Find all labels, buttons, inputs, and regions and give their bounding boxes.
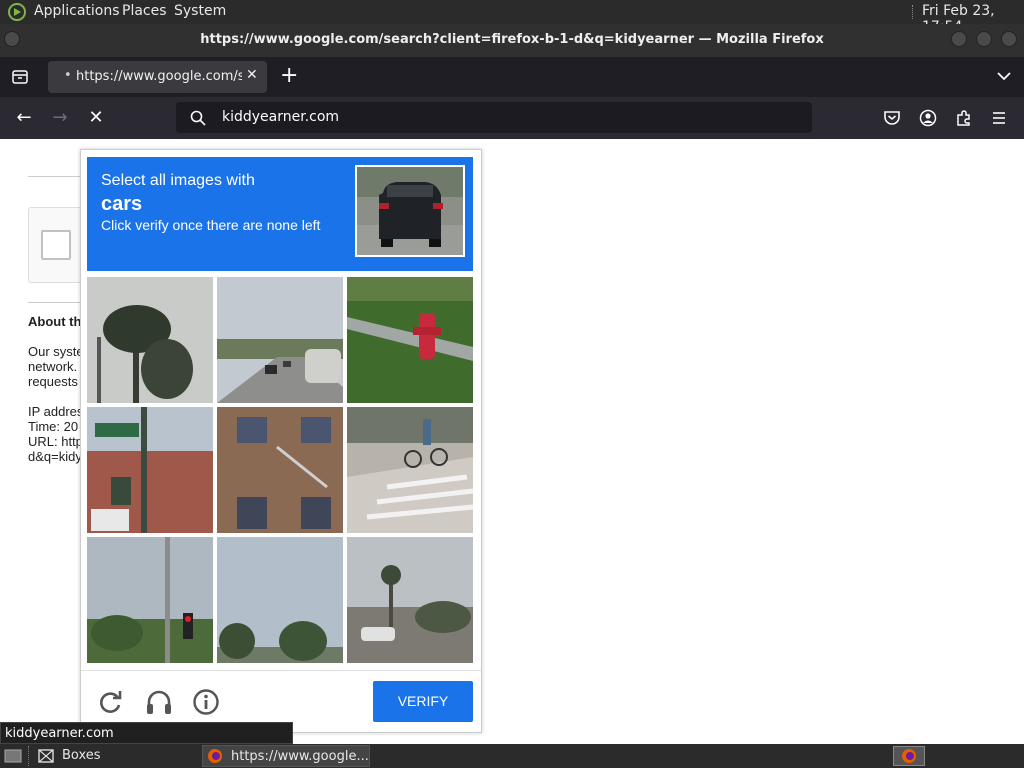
status-link-text: kiddyearner.com: [5, 726, 114, 741]
tile-palm-parked-car[interactable]: [347, 537, 473, 663]
distro-logo-icon[interactable]: [8, 3, 26, 21]
captcha-challenge: Select all images with cars Click verify…: [80, 149, 482, 733]
firefox-view-icon[interactable]: [11, 68, 29, 86]
headphones-audio-icon[interactable]: [145, 689, 173, 715]
tile-highway[interactable]: [217, 277, 343, 403]
search-icon: [190, 110, 206, 126]
tab-label: https://www.google.com/se: [76, 69, 242, 84]
url-input[interactable]: kiddyearner.com: [222, 109, 339, 125]
firefox-task-button[interactable]: https://www.google...: [202, 745, 370, 767]
instruction-top: Select all images with: [101, 172, 255, 189]
recaptcha-checkbox[interactable]: [41, 230, 71, 260]
navigation-bar: ← → ✕ kiddyearner.com: [0, 97, 1024, 139]
url-bar[interactable]: kiddyearner.com: [176, 102, 812, 133]
tile-brick-building[interactable]: [217, 407, 343, 533]
body-line: requests: [28, 374, 78, 389]
info-icon[interactable]: [193, 689, 219, 715]
firefox-workspace-icon: [902, 749, 916, 763]
instruction-bottom: Click verify once there are none left: [101, 217, 321, 233]
show-desktop-icon[interactable]: [4, 748, 22, 764]
applications-menu[interactable]: Applications: [34, 3, 120, 19]
new-tab-icon[interactable]: +: [280, 63, 298, 88]
firefox-task-label: https://www.google...: [231, 749, 369, 764]
firefox-icon: [208, 749, 222, 763]
tile-palm-tree[interactable]: [87, 277, 213, 403]
close-window-button[interactable]: [1001, 31, 1017, 47]
sample-car-image: [355, 165, 465, 257]
info-line: IP addres: [28, 404, 84, 419]
tab-strip: • https://www.google.com/se ✕ +: [0, 57, 1024, 97]
loading-dot-icon: •: [64, 68, 72, 83]
system-menu[interactable]: System: [174, 3, 226, 19]
status-link-tooltip: kiddyearner.com: [0, 722, 293, 744]
boxes-task[interactable]: Boxes: [62, 748, 101, 763]
divider: [28, 176, 88, 177]
boxes-icon: [38, 749, 54, 763]
target-word: cars: [101, 193, 143, 215]
tile-fire-hydrant[interactable]: [347, 277, 473, 403]
system-panel: Applications Places System Fri Feb 23, 1…: [0, 0, 1024, 35]
reload-icon[interactable]: [98, 689, 124, 715]
window-titlebar[interactable]: https://www.google.com/search?client=fir…: [0, 24, 1024, 57]
places-menu[interactable]: Places: [122, 3, 167, 19]
tab-google-search[interactable]: • https://www.google.com/se ✕: [48, 61, 267, 93]
info-line: d&q=kidy: [28, 449, 82, 464]
pocket-icon[interactable]: [883, 109, 901, 127]
footer-divider: [81, 670, 481, 671]
window-title: https://www.google.com/search?client=fir…: [200, 32, 824, 47]
taskbar-separator: [28, 746, 30, 766]
divider: [28, 302, 88, 303]
body-line: network.: [28, 359, 78, 374]
list-all-tabs-chevron-icon[interactable]: [996, 70, 1012, 82]
tile-street-sign-building[interactable]: [87, 407, 213, 533]
verify-button[interactable]: VERIFY: [373, 681, 473, 722]
about-heading: About th: [28, 314, 82, 329]
minimize-button[interactable]: [951, 31, 967, 47]
body-line: Our syste: [28, 344, 84, 359]
tile-trees-sky[interactable]: [217, 537, 343, 663]
captcha-header: Select all images with cars Click verify…: [87, 157, 473, 271]
hamburger-menu-icon[interactable]: [991, 110, 1007, 126]
tile-traffic-light-trees[interactable]: [87, 537, 213, 663]
taskbar: Boxes https://www.google...: [0, 744, 1024, 768]
workspace-switcher[interactable]: [893, 746, 925, 766]
extensions-puzzle-icon[interactable]: [955, 109, 973, 127]
tile-cyclist-crosswalk[interactable]: [347, 407, 473, 533]
forward-arrow-icon[interactable]: →: [48, 106, 72, 130]
info-line: URL: http: [28, 434, 83, 449]
info-line: Time: 20: [28, 419, 79, 434]
tab-close-icon[interactable]: ✕: [246, 67, 258, 83]
panel-separator: [912, 5, 915, 19]
stop-loading-icon[interactable]: ✕: [84, 106, 108, 130]
maximize-button[interactable]: [976, 31, 992, 47]
back-arrow-icon[interactable]: ←: [12, 106, 36, 130]
account-icon[interactable]: [919, 109, 937, 127]
